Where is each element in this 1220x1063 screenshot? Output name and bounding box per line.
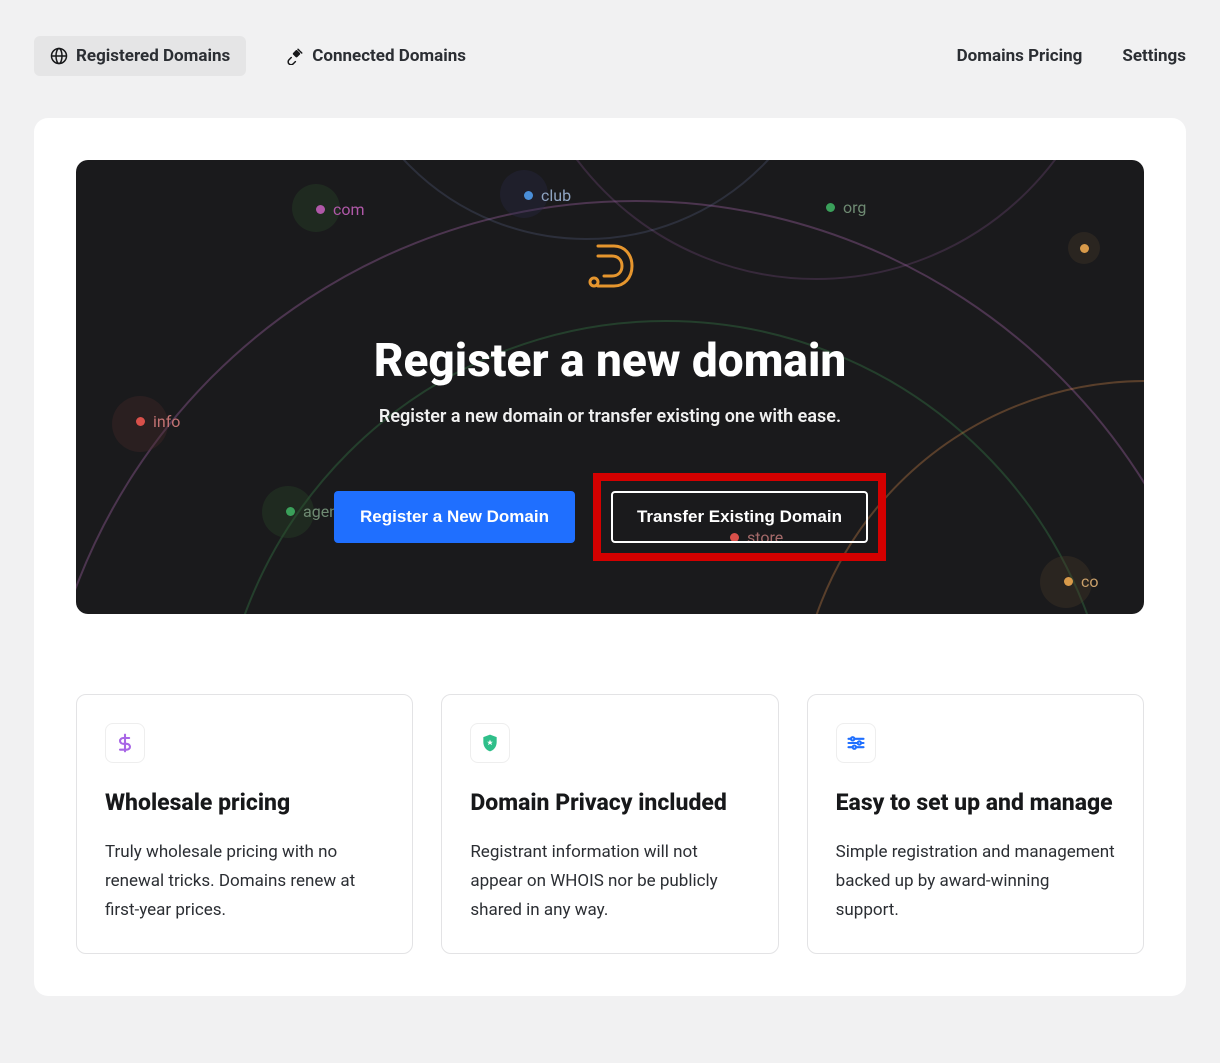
feature-title: Easy to set up and manage [836,787,1115,818]
tld-club: club [524,186,571,205]
hero-subtitle: Register a new domain or transfer existi… [379,406,841,427]
features-row: Wholesale pricing Truly wholesale pricin… [76,694,1144,954]
tab-registered-domains[interactable]: Registered Domains [34,36,246,76]
feature-body: Simple registration and management backe… [836,838,1115,925]
logo-icon [582,238,638,298]
hero: com club org info agency store co [76,160,1144,614]
tab-connected-domains[interactable]: Connected Domains [270,36,482,76]
link-settings[interactable]: Settings [1122,46,1186,66]
feature-easy-setup: Easy to set up and manage Simple registr… [807,694,1144,954]
hero-buttons: Register a New Domain Transfer Existing … [334,473,886,561]
dot-icon [1080,244,1089,253]
dot-icon [136,417,145,426]
globe-icon [50,47,68,65]
tld-label: com [333,200,365,219]
tld-org: org [826,198,866,217]
tld-com: com [316,200,365,219]
shield-star-icon [470,723,510,763]
feature-wholesale-pricing: Wholesale pricing Truly wholesale pricin… [76,694,413,954]
dot-icon [1064,577,1073,586]
feature-domain-privacy: Domain Privacy included Registrant infor… [441,694,778,954]
register-new-domain-button[interactable]: Register a New Domain [334,491,575,543]
plug-icon [286,47,304,65]
tab-registered-label: Registered Domains [76,46,230,66]
decorative-arc [336,160,836,240]
tab-connected-label: Connected Domains [312,46,466,66]
topbar-tabs: Registered Domains Connected Domains [34,36,482,76]
dot-icon [316,205,325,214]
dot-icon [524,191,533,200]
feature-title: Wholesale pricing [105,787,384,818]
tld-info: info [136,412,180,431]
dot-icon [286,507,295,516]
hero-title: Register a new domain [374,334,847,388]
highlight-box: Transfer Existing Domain [593,473,886,561]
main-card: com club org info agency store co [34,118,1186,996]
tld-label: info [153,412,180,431]
topbar: Registered Domains Connected Domains Dom… [0,0,1220,100]
tld-label: org [843,198,866,217]
feature-title: Domain Privacy included [470,787,749,818]
topbar-links: Domains Pricing Settings [957,46,1186,66]
tld-co: co [1064,572,1099,591]
link-domains-pricing[interactable]: Domains Pricing [957,46,1083,66]
dollar-icon [105,723,145,763]
feature-body: Registrant information will not appear o… [470,838,749,925]
tld-label: club [541,186,571,205]
dot-icon [826,203,835,212]
sliders-icon [836,723,876,763]
tld-label: co [1081,572,1099,591]
transfer-existing-domain-button[interactable]: Transfer Existing Domain [611,491,868,543]
feature-body: Truly wholesale pricing with no renewal … [105,838,384,925]
